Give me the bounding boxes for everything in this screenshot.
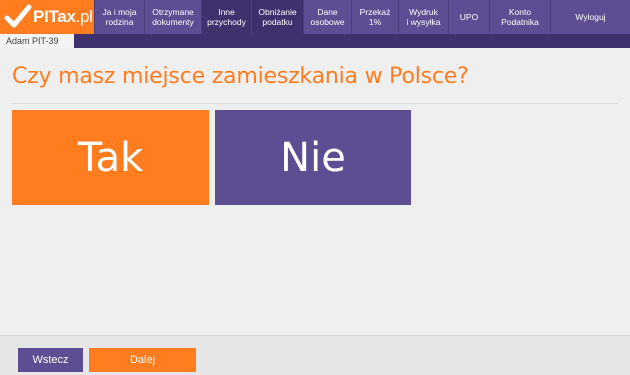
tab-bar: Adam PIT-39: [0, 34, 630, 48]
nav-item-otrzymane-dokumenty[interactable]: Otrzymane dokumenty: [144, 0, 201, 34]
nav-menu: Ja i moja rodzina Otrzymane dokumenty Inne…: [94, 0, 630, 34]
footer: Wstecz Dalej: [0, 335, 630, 375]
logo-text: PITax.pl: [33, 7, 93, 26]
tab-adam-pit-39[interactable]: Adam PIT-39: [0, 34, 74, 48]
no-button[interactable]: Nie: [215, 110, 411, 205]
top-navigation: PITax.pl Ja i moja rodzina Otrzymane dokum…: [0, 0, 630, 34]
checkmark-icon: [4, 4, 32, 28]
nav-item-wyloguj[interactable]: Wyloguj: [550, 0, 630, 34]
nav-item-upo[interactable]: UPO: [448, 0, 489, 34]
next-button[interactable]: Dalej: [89, 348, 196, 372]
page-title: Czy masz miejsce zamieszkania w Polsce?: [12, 64, 469, 89]
nav-item-wydruk-i-wysylka[interactable]: Wydruk i wysyłka: [398, 0, 448, 34]
back-button[interactable]: Wstecz: [18, 348, 83, 372]
nav-item-inne-przychody[interactable]: Inne przychody: [201, 0, 251, 34]
nav-item-ja-i-moja-rodzina[interactable]: Ja i moja rodzina: [94, 0, 144, 34]
logo[interactable]: PITax.pl: [0, 0, 94, 34]
nav-item-konto-podatnika[interactable]: Konto Podatnika: [489, 0, 550, 34]
yes-button[interactable]: Tak: [12, 110, 209, 205]
nav-item-obnizanie-podatku[interactable]: Obniżanie podatku: [251, 0, 303, 34]
nav-item-przekaz-1[interactable]: Przekaż 1%: [351, 0, 398, 34]
nav-item-dane-osobowe[interactable]: Dane osobowe: [303, 0, 351, 34]
divider: [12, 103, 618, 104]
